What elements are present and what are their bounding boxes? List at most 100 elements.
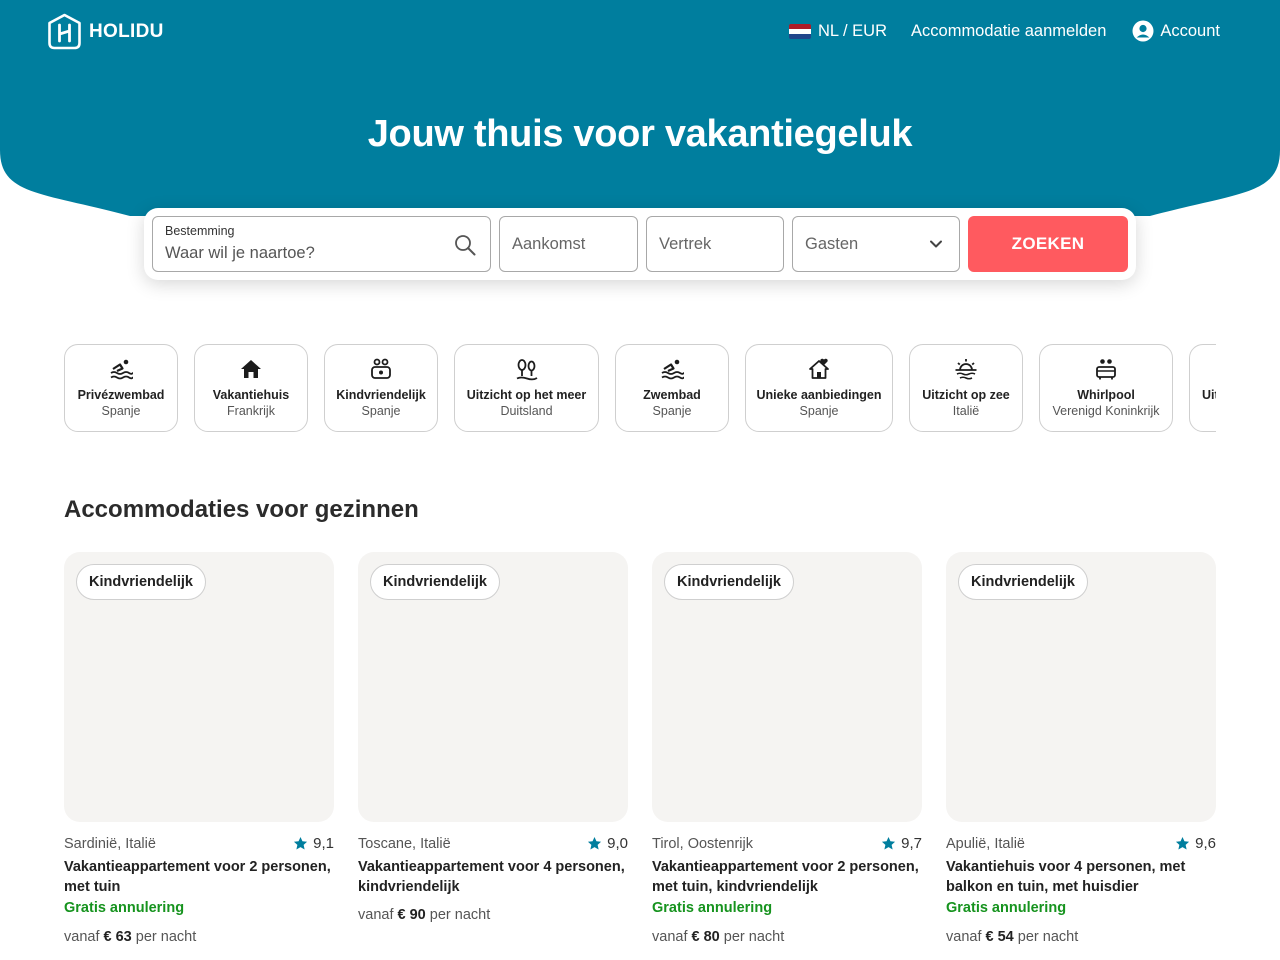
card-rating: 9,0 [587,835,628,852]
star-icon [588,836,602,850]
card-price: vanaf € 54 per nacht [946,929,1078,945]
category-card[interactable]: Zwembad Spanje [615,344,729,432]
category-card[interactable]: Vakantiehuis Frankrijk [194,344,308,432]
card-title[interactable]: Vakantieappartement voor 2 personen, met… [652,857,922,897]
language-currency-selector[interactable]: NL / EUR [788,21,888,41]
price-suffix: per nacht [723,929,785,945]
price-value: € 63 [103,929,132,945]
card-title[interactable]: Vakantieappartement voor 4 personen, kin… [358,857,628,897]
category-title: Kindvriendelijk [336,388,426,402]
card-location: Tirol, Oostenrijk [652,836,753,852]
category-subtitle: Spanje [652,404,692,418]
category-card[interactable]: Kindvriendelijk Spanje [324,344,438,432]
category-card[interactable]: Uitzicht op zee Italië [909,344,1023,432]
category-title: Zwembad [643,388,701,402]
price-prefix: vanaf [64,929,100,945]
rating-value: 9,0 [607,835,628,852]
child-friendly-badge: Kindvriendelijk [370,564,500,600]
rating-value: 9,6 [1195,835,1216,852]
price-value: € 54 [985,929,1014,945]
star-icon [1176,836,1190,850]
price-prefix: vanaf [946,929,982,945]
category-subtitle: Spanje [101,404,141,418]
language-currency-label: NL / EUR [817,21,888,40]
price-value: € 80 [691,929,720,945]
card-location: Sardinië, Italië [64,836,156,852]
destination-field[interactable]: Bestemming [152,216,491,272]
guests-field[interactable]: Gasten [792,216,960,272]
category-card[interactable]: Whirlpool Verenigd Koninkrijk [1039,344,1173,432]
accommodation-image[interactable]: Kindvriendelijk [946,552,1216,822]
account-button[interactable]: Account [1132,20,1220,42]
category-title: Unieke aanbiedingen [756,388,882,402]
category-title: Uit [1202,388,1216,402]
pool-icon [110,359,133,380]
category-card[interactable]: Unieke aanbiedingen Spanje [745,344,893,432]
free-cancellation-label: Gratis annulering [652,900,773,916]
chevron-down-icon [930,240,942,248]
sea-view-icon [955,359,977,380]
heart-house-icon [809,358,829,379]
arrival-date-field[interactable]: Aankomst [499,216,638,272]
price-suffix: per nacht [429,907,491,923]
category-card-partial[interactable]: Uit [1189,344,1216,432]
netherlands-flag-icon [788,23,811,39]
account-icon [1132,20,1154,42]
card-location: Toscane, Italië [358,836,451,852]
category-subtitle: Spanje [799,404,839,418]
price-prefix: vanaf [652,929,688,945]
logo-text: HOLIDU [89,20,164,42]
category-subtitle: Duitsland [500,404,553,418]
search-button[interactable]: ZOEKEN [968,216,1128,272]
house-icon [241,360,261,378]
hero-title: Jouw thuis voor vakantiegeluk [367,113,913,155]
header-nav: NL / EUR Accommodatie aanmelden Account [788,20,1220,42]
list-property-label: Accommodatie aanmelden [911,21,1107,40]
free-cancellation-label: Gratis annulering [946,900,1067,916]
category-title: Vakantiehuis [212,388,290,402]
card-title[interactable]: Vakantieappartement voor 2 personen, met… [64,857,334,897]
destination-label: Bestemming [165,224,235,238]
family-icon [371,358,391,379]
category-title: Whirlpool [1077,388,1135,402]
list-property-link[interactable]: Accommodatie aanmelden [911,22,1106,41]
account-label: Account [1160,21,1220,40]
search-icon[interactable] [454,234,476,256]
category-title: Privézwembad [77,388,165,402]
star-icon [294,836,308,850]
departure-placeholder: Vertrek [659,235,712,253]
accommodation-image[interactable]: Kindvriendelijk [64,552,334,822]
holidu-logo[interactable]: HOLIDU [47,13,164,50]
card-price: vanaf € 63 per nacht [64,929,196,945]
child-friendly-badge: Kindvriendelijk [76,564,206,600]
free-cancellation-label: Gratis annulering [64,900,185,916]
card-location: Apulië, Italië [946,836,1025,852]
card-price: vanaf € 80 per nacht [652,929,784,945]
pool-icon [661,359,684,380]
departure-date-field[interactable]: Vertrek [646,216,784,272]
category-subtitle: Spanje [361,404,401,418]
top-navigation: HOLIDU NL / EUR Accommodatie aanmelden A… [0,0,1280,64]
hot-tub-icon [1096,359,1116,380]
lake-view-icon [516,359,537,381]
card-rating: 9,7 [881,835,922,852]
card-price: vanaf € 90 per nacht [358,907,490,923]
destination-input[interactable] [165,244,435,263]
star-icon [882,836,896,850]
child-friendly-badge: Kindvriendelijk [664,564,794,600]
card-title[interactable]: Vakantiehuis voor 4 personen, met balkon… [946,857,1216,897]
category-card[interactable]: Privézwembad Spanje [64,344,178,432]
category-title: Uitzicht op het meer [466,388,587,402]
category-carousel[interactable]: Privézwembad Spanje Vakantiehuis Frankri… [64,344,1216,434]
category-subtitle: Frankrijk [227,404,275,418]
category-card[interactable]: Uitzicht op het meer Duitsland [454,344,599,432]
guests-placeholder: Gasten [805,235,859,253]
card-rating: 9,6 [1175,835,1216,852]
accommodation-image[interactable]: Kindvriendelijk [652,552,922,822]
section-title: Accommodaties voor gezinnen [64,496,419,523]
rating-value: 9,7 [901,835,922,852]
category-title: Uitzicht op zee [922,388,1010,402]
accommodation-image[interactable]: Kindvriendelijk [358,552,628,822]
logo-house-icon [48,13,81,50]
category-subtitle: Italië [952,404,980,418]
